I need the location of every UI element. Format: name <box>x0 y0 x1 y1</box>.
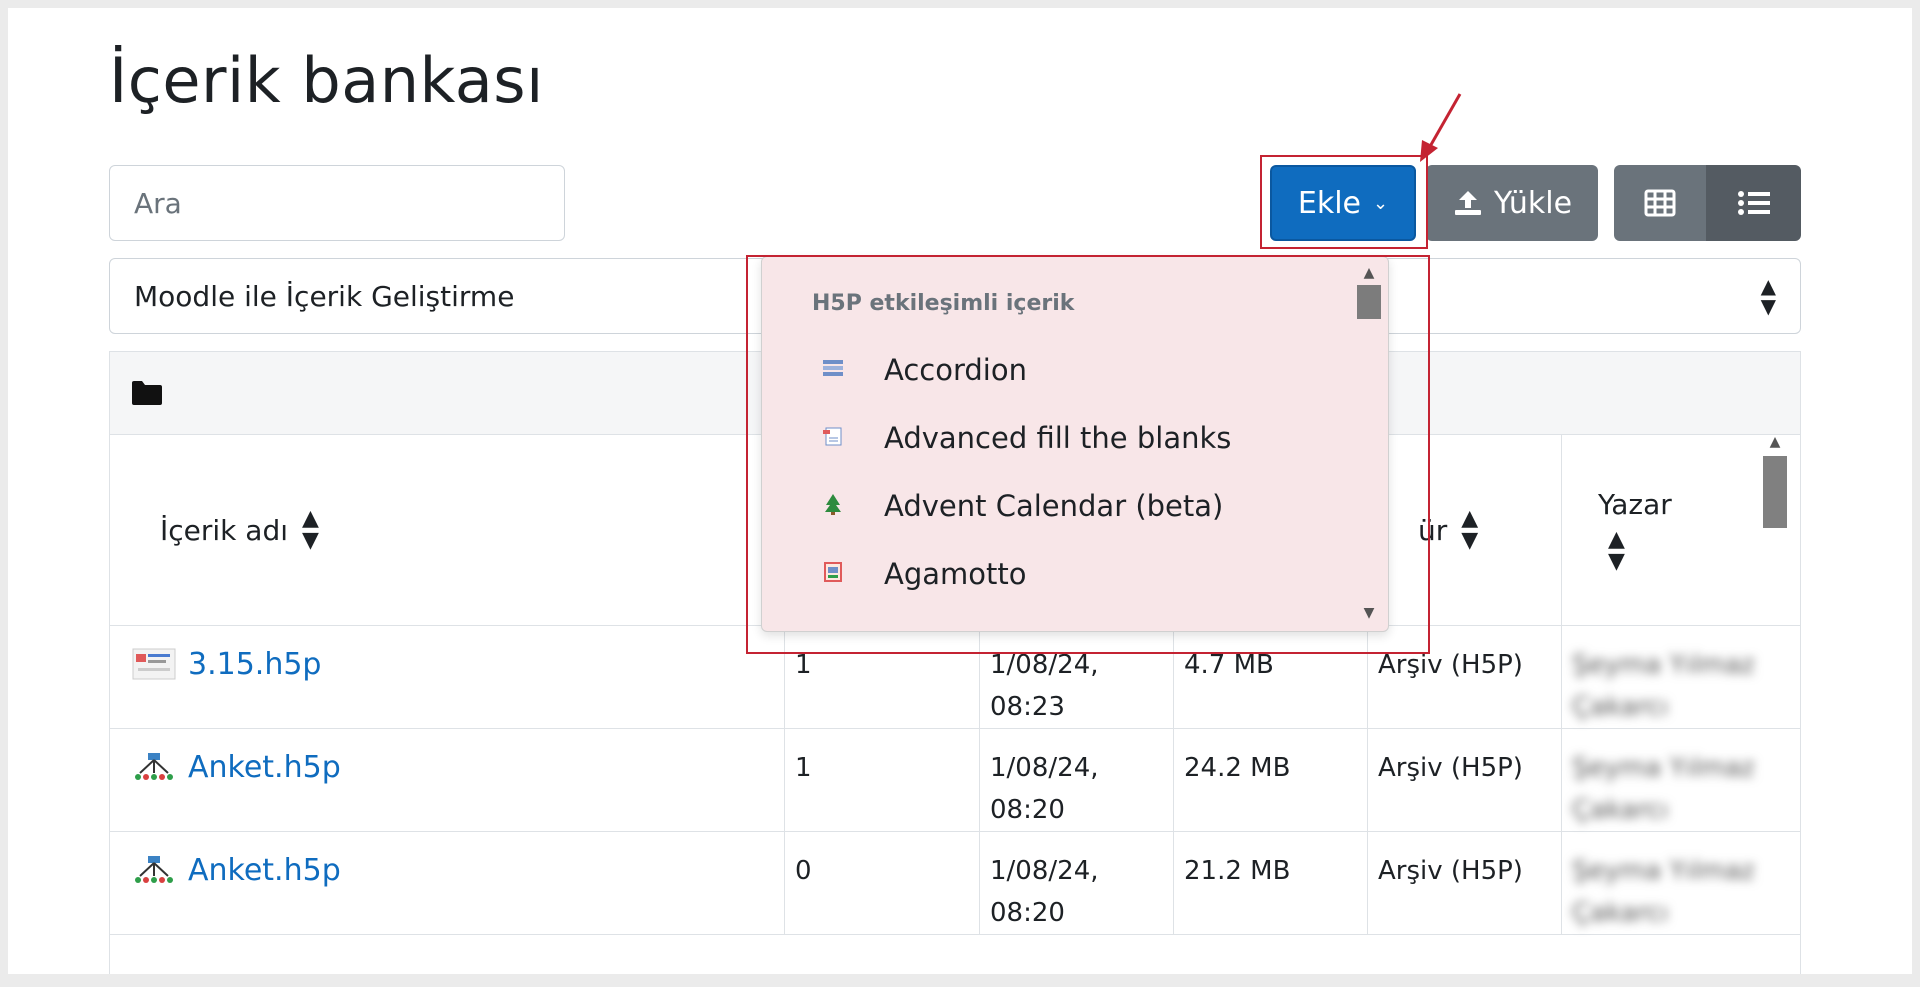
page-title: İçerik bankası <box>109 44 544 117</box>
size-cell: 24.2 MB <box>1174 729 1368 831</box>
fill-blanks-icon <box>822 426 844 450</box>
size-cell: 21.2 MB <box>1174 832 1368 934</box>
uses-cell: 1 <box>785 729 980 831</box>
presentation-file-icon <box>132 648 176 680</box>
content-bank-page: İçerik bankası Moodle ile İçerik Gelişti… <box>8 8 1912 974</box>
scroll-up-icon[interactable]: ▲ <box>1356 265 1382 281</box>
author-cell: Şeyma Yılmaz Çakarcı <box>1572 856 1755 928</box>
grid-icon <box>1644 189 1676 217</box>
select-caret-icon: ▲ ▼ <box>1760 274 1776 318</box>
column-header-name[interactable]: İçerik adı ▲ ▼ <box>110 435 785 625</box>
annotation-arrow-icon <box>1420 93 1462 162</box>
table-row[interactable]: 3.15.h5p 1 1/08/24, 08:23 4.7 MB Arşiv (H… <box>110 626 1800 729</box>
list-icon <box>1737 191 1770 215</box>
type-cell: Arşiv (H5P) <box>1368 832 1562 934</box>
scroll-thumb[interactable] <box>1763 456 1787 528</box>
accordion-icon <box>822 359 844 381</box>
uses-cell: 0 <box>785 832 980 934</box>
scroll-thumb[interactable] <box>1357 285 1381 319</box>
dropdown-header: H5P etkileşimli içerik <box>812 291 1075 316</box>
date-cell: 1/08/24, 08:20 <box>980 832 1174 934</box>
uses-cell: 1 <box>785 626 980 728</box>
type-cell: Arşiv (H5P) <box>1368 626 1562 728</box>
table-row[interactable]: Anket.h5p 1 1/08/24, 08:20 24.2 MB Arşiv … <box>110 729 1800 832</box>
search-input[interactable] <box>109 165 565 241</box>
date-cell: 1/08/24, 08:23 <box>980 626 1174 728</box>
tree-icon <box>822 493 844 519</box>
list-view-button[interactable] <box>1706 165 1801 241</box>
add-content-dropdown: H5P etkileşimli içerik Accordion Advance… <box>761 256 1389 632</box>
sort-icon: ▲ ▼ <box>302 506 319 553</box>
add-button-highlight <box>1260 155 1428 249</box>
questionnaire-file-icon <box>135 856 173 883</box>
upload-icon <box>1454 191 1481 215</box>
content-name-link[interactable]: Anket.h5p <box>188 850 341 892</box>
date-cell: 1/08/24, 08:20 <box>980 729 1174 831</box>
questionnaire-file-icon <box>135 753 173 780</box>
sort-icon: ▲ ▼ <box>1461 506 1479 553</box>
column-header-author[interactable]: Yazar ▲ ▼ <box>1562 435 1776 625</box>
table-scrollbar[interactable]: ▲ <box>1762 434 1788 974</box>
content-name-link[interactable]: 3.15.h5p <box>188 644 321 686</box>
sort-icon: ▲ ▼ <box>1608 526 1625 574</box>
grid-view-button[interactable] <box>1614 165 1706 241</box>
author-cell: Şeyma Yılmaz Çakarcı <box>1572 650 1755 722</box>
agamotto-icon <box>822 562 844 586</box>
type-cell: Arşiv (H5P) <box>1368 729 1562 831</box>
content-name-link[interactable]: Anket.h5p <box>188 747 341 789</box>
dropdown-item-advent-calendar[interactable]: Advent Calendar (beta) <box>822 489 1223 523</box>
dropdown-item-accordion[interactable]: Accordion <box>822 353 1027 387</box>
size-cell: 4.7 MB <box>1174 626 1368 728</box>
upload-button[interactable]: Yükle <box>1426 165 1598 241</box>
scroll-down-icon[interactable]: ▼ <box>1356 605 1382 621</box>
column-header-type[interactable]: ür ▲ ▼ <box>1368 435 1562 625</box>
dropdown-scrollbar[interactable]: ▲ ▼ <box>1356 265 1382 621</box>
folder-icon[interactable] <box>130 379 164 407</box>
context-select-value: Moodle ile İçerik Geliştirme <box>134 279 515 313</box>
scroll-up-icon[interactable]: ▲ <box>1762 434 1788 450</box>
author-cell: Şeyma Yılmaz Çakarcı <box>1572 753 1755 825</box>
table-row[interactable]: Anket.h5p 0 1/08/24, 08:20 21.2 MB Arşiv … <box>110 832 1800 935</box>
dropdown-item-agamotto[interactable]: Agamotto <box>822 557 1027 591</box>
dropdown-item-advanced-fill-blanks[interactable]: Advanced fill the blanks <box>822 421 1231 455</box>
